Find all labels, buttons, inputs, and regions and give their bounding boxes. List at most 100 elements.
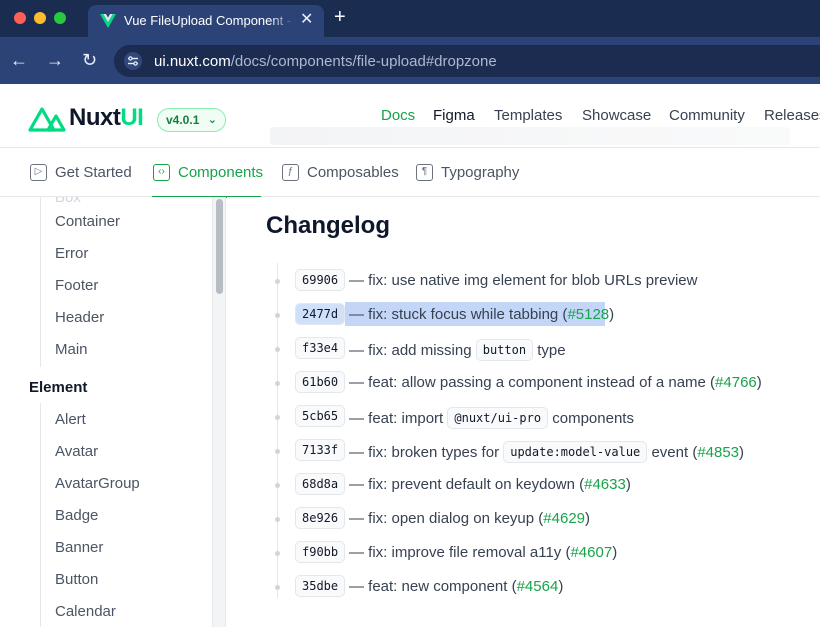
back-icon[interactable]: ← [10,50,28,70]
sidebar-section-element[interactable]: Element [29,379,87,396]
pr-link[interactable]: #4853 [697,444,739,461]
entry-close: ) [612,544,618,561]
timeline-dot [275,279,280,284]
commit-hash-link[interactable]: 8e926 [295,507,346,529]
entry-text: — feat: import [349,410,444,427]
minimize-window-button[interactable] [34,12,46,24]
sidebar-item-container[interactable]: Container [55,213,120,230]
tab-typography[interactable]: Typography [441,164,519,181]
address-bar[interactable]: ui.nuxt.com/docs/components/file-upload#… [114,45,820,77]
timeline-dot [275,415,280,420]
entry-text: — fix: stuck focus while tabbing ( [349,306,568,323]
forward-icon[interactable]: → [46,50,64,70]
tab-get-started[interactable]: Get Started [55,164,132,181]
sidebar-item-footer[interactable]: Footer [55,277,98,294]
entry-close: ) [756,374,762,391]
sidebar-rail [40,197,41,367]
sidebar-item-main[interactable]: Main [55,341,88,358]
browser-tab-bar: Vue FileUpload Component - Nuxt UI ✕ + [0,0,820,37]
entry-text: — feat: allow passing a component instea… [349,374,716,391]
entry-text-post: components [552,410,634,427]
entry-text: — fix: broken types for [349,444,500,461]
tab-composables[interactable]: Composables [307,164,399,181]
new-tab-button[interactable]: + [334,6,346,28]
pr-link[interactable]: #4633 [584,476,626,493]
commit-hash-link[interactable]: f33e4 [295,337,346,359]
logo-ui: UI [120,104,144,131]
close-window-button[interactable] [14,12,26,24]
url-host: ui.nuxt.com [154,53,231,70]
sidebar-item-faded[interactable]: Box [55,197,81,206]
entry-text: — fix: open dialog on keyup ( [349,510,544,527]
nuxt-logo-icon[interactable] [28,106,66,132]
browser-tab[interactable]: Vue FileUpload Component - Nuxt UI ✕ [88,5,324,37]
sidebar-item-badge[interactable]: Badge [55,507,98,524]
zoom-window-button[interactable] [54,12,66,24]
pr-link[interactable]: #4564 [517,578,559,595]
logo-text[interactable]: NuxtUI [69,104,144,132]
logo-nuxt: Nuxt [69,104,121,131]
commit-hash-link[interactable]: f90bb [295,541,346,563]
commit-hash-link[interactable]: 2477d [295,303,346,325]
entry-description: — feat: import @nuxt/ui-pro components [349,407,634,429]
commit-hash-link[interactable]: 69906 [295,269,346,291]
sidebar-scrollbar-thumb[interactable] [216,199,223,294]
inline-code: @nuxt/ui-pro [447,407,549,429]
entry-text: — fix: prevent default on keydown ( [349,476,585,493]
commit-hash-link[interactable]: 5cb65 [295,405,346,427]
pr-link[interactable]: #4607 [570,544,612,561]
nav-figma[interactable]: Figma [433,107,475,124]
sidebar-item-button[interactable]: Button [55,571,98,588]
nav-templates[interactable]: Templates [494,107,562,124]
timeline-dot [275,347,280,352]
entry-close: ) [558,578,564,595]
nav-docs[interactable]: Docs [381,107,415,124]
sidebar-scrollbar[interactable] [212,197,225,627]
commit-hash-link[interactable]: 61b60 [295,371,346,393]
version-label: v4.0.1 [166,113,200,127]
commit-hash-link[interactable]: 7133f [295,439,346,461]
version-dropdown[interactable]: v4.0.1 ⌄ [157,108,226,132]
entry-text-post: event ( [651,444,698,461]
sidebar-item-calendar[interactable]: Calendar [55,603,116,620]
pr-link[interactable]: #4766 [715,374,757,391]
entry-text-post: type [537,342,566,359]
entry-close: ) [739,444,745,461]
browser-toolbar: ← → ↻ ui.nuxt.com/docs/components/file-u… [0,37,820,84]
sidebar-rail [40,403,41,627]
entry-description: — fix: stuck focus while tabbing (#5128) [349,305,614,324]
timeline-dot [275,449,280,454]
nav-releases[interactable]: Releases [764,107,820,124]
pr-link[interactable]: #5128 [567,306,609,323]
sidebar-item-header[interactable]: Header [55,309,104,326]
entry-text: — feat: new component ( [349,578,517,595]
inline-code: update:model-value [503,441,648,463]
nav-showcase[interactable]: Showcase [582,107,651,124]
tab-close-icon[interactable]: ✕ [300,11,313,29]
sidebar-item-avatargroup[interactable]: AvatarGroup [55,475,140,492]
docs-sub-nav: ▷ Get Started ‹› Components ƒ Composable… [0,148,820,197]
timeline-dot [275,313,280,318]
play-square-icon: ▷ [30,164,47,181]
commit-hash-link[interactable]: 35dbe [295,575,346,597]
site-settings-icon[interactable] [122,52,144,70]
chevron-down-icon: ⌄ [207,114,217,126]
search-placeholder-ghost [270,127,790,145]
inline-code: button [475,339,534,361]
sidebar-item-error[interactable]: Error [55,245,88,262]
timeline-dot [275,585,280,590]
entry-description: — fix: use native img element for blob U… [349,272,698,289]
sidebar-item-avatar[interactable]: Avatar [55,443,98,460]
url-text[interactable]: ui.nuxt.com/docs/components/file-upload#… [154,53,497,70]
entry-close: ) [609,306,615,323]
reload-icon[interactable]: ↻ [82,50,97,70]
changelog-heading: Changelog [266,212,390,239]
commit-hash-link[interactable]: 68d8a [295,473,346,495]
timeline-dot [275,381,280,386]
nav-community[interactable]: Community [669,107,745,124]
entry-description: — fix: prevent default on keydown (#4633… [349,475,631,494]
pr-link[interactable]: #4629 [543,510,585,527]
sidebar-item-banner[interactable]: Banner [55,539,103,556]
sidebar-item-alert[interactable]: Alert [55,411,86,428]
tab-components[interactable]: Components [178,164,263,181]
